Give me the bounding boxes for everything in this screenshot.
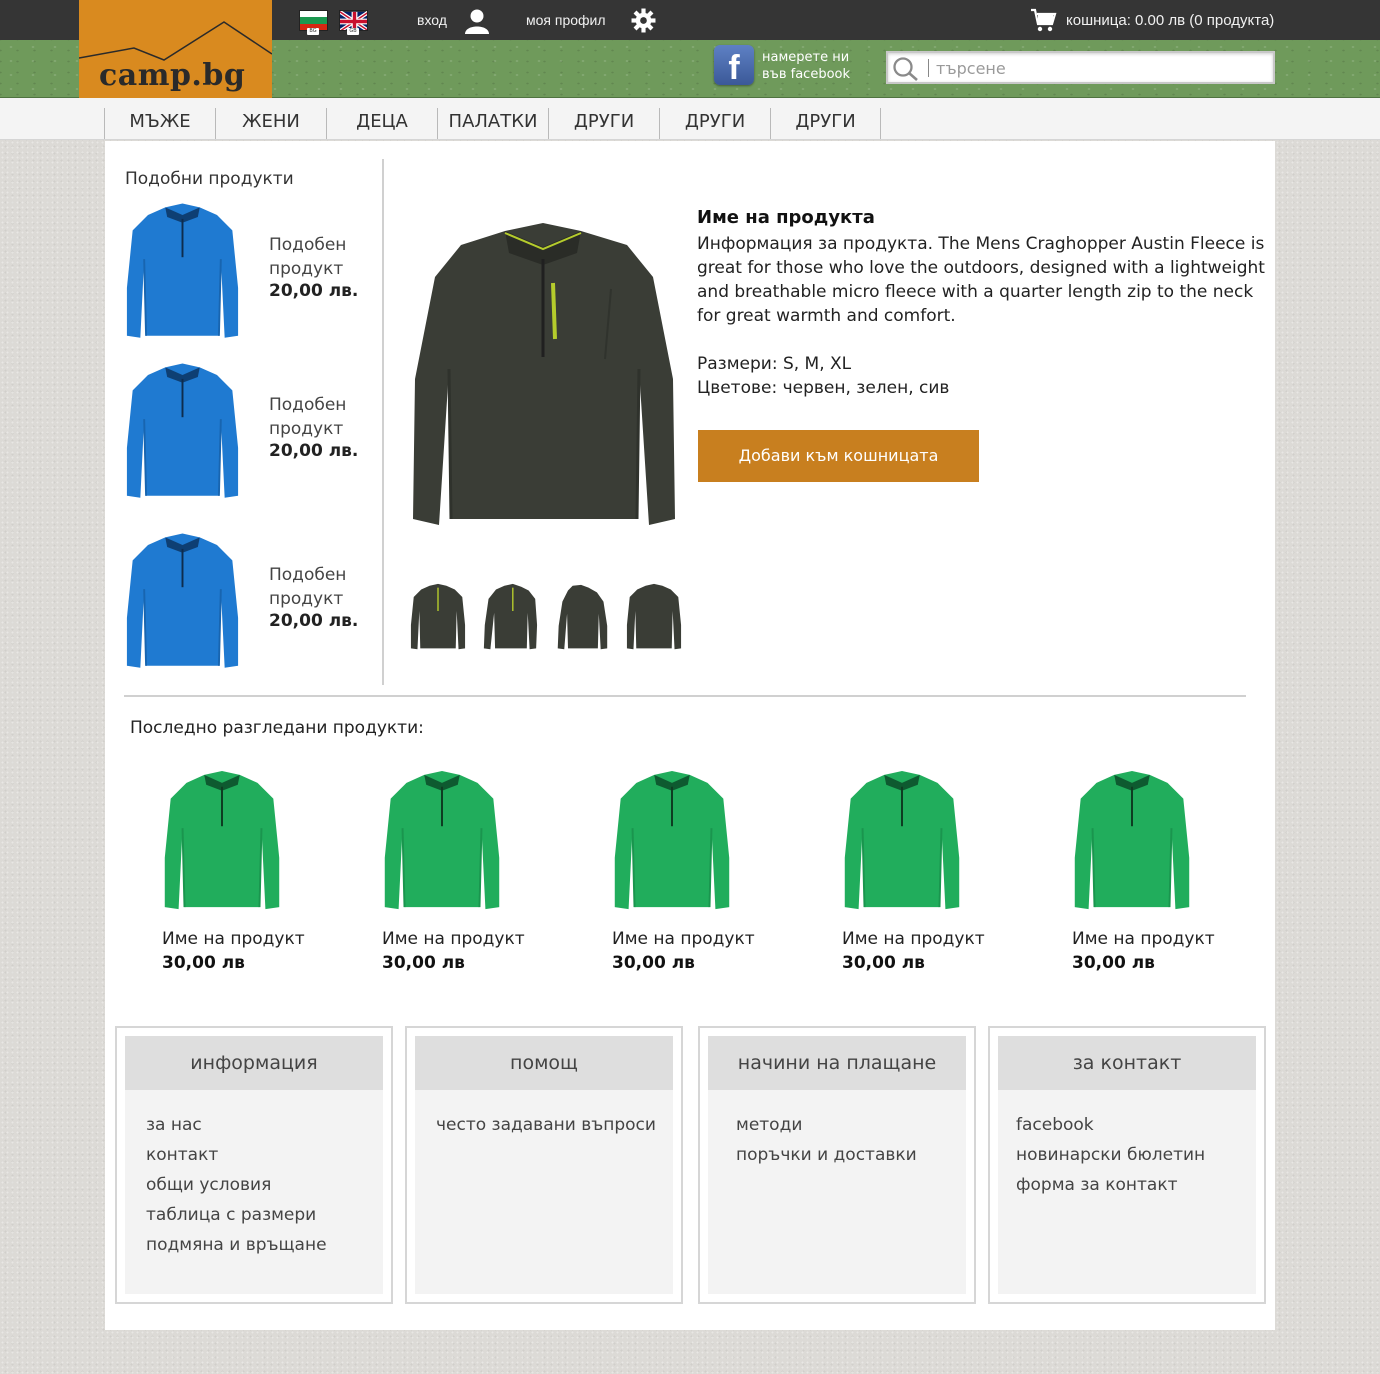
profile-link[interactable]: моя профил <box>526 12 606 28</box>
footer-link-contact[interactable]: контакт <box>146 1140 327 1170</box>
footer-box-payment: начини на плащане методи поръчки и доста… <box>698 1026 976 1304</box>
recent-product-card[interactable]: Име на продукт 30,00 лв <box>382 769 552 979</box>
recent-product-price: 30,00 лв <box>612 953 695 973</box>
recent-product-card[interactable]: Име на продукт 30,00 лв <box>842 769 1012 979</box>
recent-product-price: 30,00 лв <box>842 953 925 973</box>
cart-icon[interactable] <box>1030 8 1057 33</box>
jacket-image <box>126 533 239 668</box>
login-link[interactable]: вход <box>417 12 447 28</box>
nav-item-tents[interactable]: ПАЛАТКИ <box>437 108 548 139</box>
footer-box-info: информация за нас контакт общи условия т… <box>115 1026 393 1304</box>
product-thumbnail[interactable] <box>625 583 683 653</box>
recent-product-card[interactable]: Име на продукт 30,00 лв <box>612 769 782 979</box>
footer-link-orders-delivery[interactable]: поръчки и доставки <box>736 1140 917 1170</box>
search-box[interactable] <box>886 51 1275 84</box>
recent-product-name: Име на продукт <box>1072 929 1215 949</box>
footer-link-faq[interactable]: често задавани въпроси <box>436 1110 656 1140</box>
jacket-image <box>126 363 239 498</box>
nav-item-other-2[interactable]: ДРУГИ <box>659 108 770 139</box>
recent-product-price: 30,00 лв <box>162 953 245 973</box>
search-icon[interactable] <box>892 56 920 82</box>
search-separator <box>928 59 929 77</box>
product-title: Име на продукта <box>697 207 875 228</box>
product-thumbnail[interactable] <box>553 583 611 653</box>
footer-box-title: информация <box>125 1036 383 1090</box>
footer-box-title: помощ <box>415 1036 673 1090</box>
footer-box-contact: за контакт facebook новинарски бюлетин ф… <box>988 1026 1266 1304</box>
nav-item-men[interactable]: МЪЖЕ <box>104 108 215 139</box>
nav-item-other-3[interactable]: ДРУГИ <box>770 108 881 139</box>
flag-gb-code: GB <box>347 28 359 35</box>
recent-product-name: Име на продукт <box>162 929 305 949</box>
jacket-image <box>1074 770 1190 910</box>
recent-products-title: Последно разгледани продукти: <box>130 718 424 738</box>
main-nav: МЪЖЕ ЖЕНИ ДЕЦА ПАЛАТКИ ДРУГИ ДРУГИ ДРУГИ <box>0 98 1380 140</box>
similar-product-name: Подобен продукт <box>269 395 347 439</box>
similar-product-card[interactable]: Подобен продукт 20,00 лв. <box>125 201 365 351</box>
product-sizes: Размери: S, M, XL <box>697 354 852 374</box>
footer-link-facebook[interactable]: facebook <box>1016 1110 1205 1140</box>
recent-product-card[interactable]: Име на продукт 30,00 лв <box>162 769 332 979</box>
product-thumbnail[interactable] <box>409 583 467 653</box>
jacket-image <box>614 770 730 910</box>
similar-product-card[interactable]: Подобен продукт 20,00 лв. <box>125 531 365 681</box>
similar-product-price: 20,00 лв. <box>269 281 359 301</box>
footer-box-title: начини на плащане <box>708 1036 966 1090</box>
main-product-image[interactable] <box>405 219 681 535</box>
nav-item-other-1[interactable]: ДРУГИ <box>548 108 659 139</box>
add-to-cart-button[interactable]: Добави към кошницата <box>698 430 979 482</box>
logo[interactable]: camp.bg <box>79 0 272 98</box>
product-description: Информация за продукта. The Mens Craghop… <box>697 234 1265 326</box>
horizontal-divider <box>124 695 1246 697</box>
recent-product-price: 30,00 лв <box>1072 953 1155 973</box>
search-input[interactable] <box>936 57 1256 79</box>
recent-product-name: Име на продукт <box>382 929 525 949</box>
similar-product-name: Подобен продукт <box>269 235 347 279</box>
logo-text: camp.bg <box>99 58 246 93</box>
footer-link-newsletter[interactable]: новинарски бюлетин <box>1016 1140 1205 1170</box>
jacket-image <box>844 770 960 910</box>
nav-item-kids[interactable]: ДЕЦА <box>326 108 437 139</box>
recent-product-name: Име на продукт <box>842 929 985 949</box>
facebook-icon: f <box>714 45 754 85</box>
vertical-divider <box>382 159 384 685</box>
user-icon[interactable] <box>464 8 490 34</box>
jacket-image <box>384 770 500 910</box>
content-panel: Подобни продукти Подобен продукт 20,00 л… <box>105 141 1275 1330</box>
cart-summary-link[interactable]: кошница: 0.00 лв (0 продукта) <box>1066 12 1274 29</box>
gear-icon[interactable] <box>631 8 656 33</box>
footer-link-terms[interactable]: общи условия <box>146 1170 327 1200</box>
similar-product-name: Подобен продукт <box>269 565 347 609</box>
recent-product-card[interactable]: Име на продукт 30,00 лв <box>1072 769 1242 979</box>
footer-link-contact-form[interactable]: форма за контакт <box>1016 1170 1205 1200</box>
footer-box-help: помощ често задавани въпроси <box>405 1026 683 1304</box>
recent-product-price: 30,00 лв <box>382 953 465 973</box>
jacket-image <box>126 203 239 338</box>
nav-item-women[interactable]: ЖЕНИ <box>215 108 326 139</box>
footer-link-about[interactable]: за нас <box>146 1110 327 1140</box>
product-thumbnail[interactable] <box>481 583 539 653</box>
footer-box-title: за контакт <box>998 1036 1256 1090</box>
product-colors: Цветове: червен, зелен, сив <box>697 378 950 398</box>
similar-product-card[interactable]: Подобен продукт 20,00 лв. <box>125 361 365 511</box>
similar-product-price: 20,00 лв. <box>269 441 359 461</box>
recent-product-name: Име на продукт <box>612 929 755 949</box>
flag-bg-code: BG <box>307 28 319 35</box>
footer-link-size-chart[interactable]: таблица с размери <box>146 1200 327 1230</box>
similar-products-title: Подобни продукти <box>125 169 294 189</box>
footer-link-returns[interactable]: подмяна и връщане <box>146 1230 327 1260</box>
facebook-text: намерете ни във facebook <box>762 50 851 82</box>
footer-link-methods[interactable]: методи <box>736 1110 917 1140</box>
jacket-image <box>164 770 280 910</box>
similar-product-price: 20,00 лв. <box>269 611 359 631</box>
